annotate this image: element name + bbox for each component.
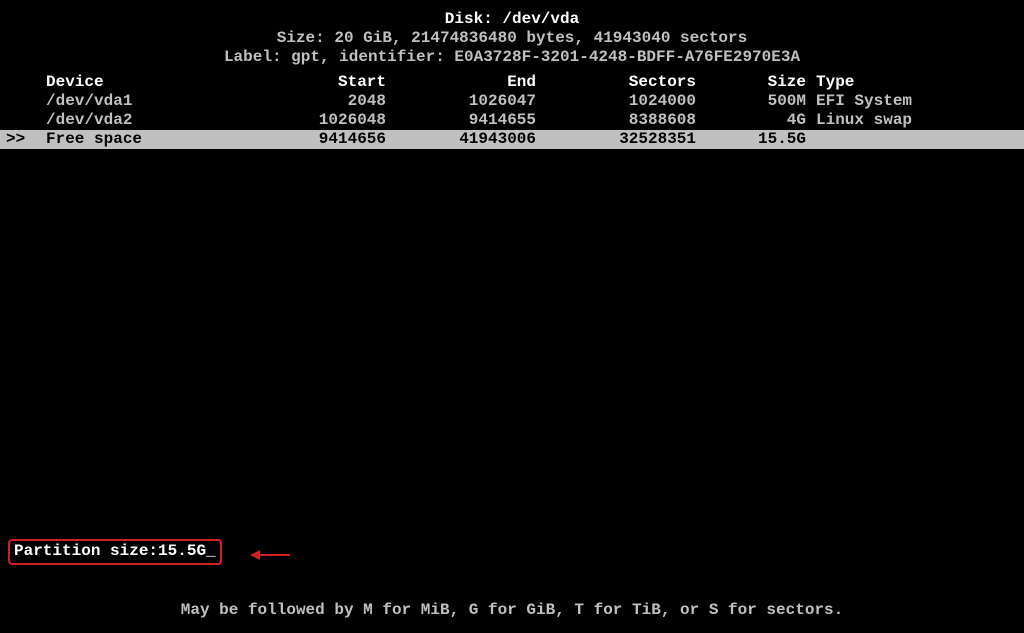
row-type: EFI System (806, 92, 1024, 111)
highlight-arrow-icon (250, 550, 290, 560)
size-line: Size: 20 GiB, 21474836480 bytes, 4194304… (0, 29, 1024, 48)
partition-size-prompt[interactable]: Partition size: 15.5G_ (8, 539, 222, 565)
row-end: 41943006 (386, 130, 536, 149)
header-block: Disk: /dev/vda Size: 20 GiB, 21474836480… (0, 0, 1024, 67)
row-end: 1026047 (386, 92, 536, 111)
row-device: Free space (46, 130, 256, 149)
row-start: 9414656 (256, 130, 386, 149)
row-start: 2048 (256, 92, 386, 111)
col-size-header: Size (696, 73, 806, 92)
row-sectors: 32528351 (536, 130, 696, 149)
hint-text: May be followed by M for MiB, G for GiB,… (0, 601, 1024, 619)
prompt-label: Partition size: (14, 541, 158, 561)
table-row[interactable]: /dev/vda2 1026048 9414655 8388608 4G Lin… (0, 111, 1024, 130)
disk-line: Disk: /dev/vda (0, 10, 1024, 29)
row-size: 15.5G (696, 130, 806, 149)
col-marker (0, 73, 46, 92)
row-device: /dev/vda2 (46, 111, 256, 130)
row-marker (0, 92, 46, 111)
row-size: 500M (696, 92, 806, 111)
row-start: 1026048 (256, 111, 386, 130)
table-row[interactable]: /dev/vda1 2048 1026047 1024000 500M EFI … (0, 92, 1024, 111)
col-type-header: Type (806, 73, 1024, 92)
table-row-selected[interactable]: >> Free space 9414656 41943006 32528351 … (0, 130, 1024, 149)
col-sectors-header: Sectors (536, 73, 696, 92)
text-cursor: _ (206, 541, 216, 561)
row-device: /dev/vda1 (46, 92, 256, 111)
row-sectors: 8388608 (536, 111, 696, 130)
col-start-header: Start (256, 73, 386, 92)
row-type: Linux swap (806, 111, 1024, 130)
row-type (806, 130, 1024, 149)
col-end-header: End (386, 73, 536, 92)
row-end: 9414655 (386, 111, 536, 130)
row-marker: >> (0, 130, 46, 149)
col-device-header: Device (46, 73, 256, 92)
label-line: Label: gpt, identifier: E0A3728F-3201-42… (0, 48, 1024, 67)
partition-table: Device Start End Sectors Size Type /dev/… (0, 73, 1024, 149)
row-size: 4G (696, 111, 806, 130)
table-header: Device Start End Sectors Size Type (0, 73, 1024, 92)
row-sectors: 1024000 (536, 92, 696, 111)
row-marker (0, 111, 46, 130)
prompt-value[interactable]: 15.5G (158, 541, 206, 561)
